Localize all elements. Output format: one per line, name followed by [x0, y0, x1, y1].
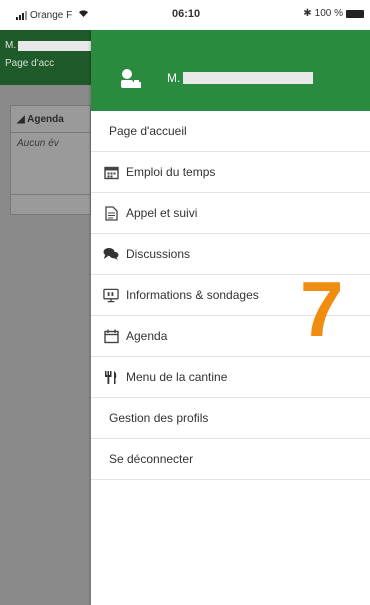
background-agenda-panel: ◢ Agenda Aucun év — [10, 105, 91, 215]
menu-item-label: Page d'accueil — [109, 124, 187, 138]
fork-knife-icon — [103, 369, 119, 385]
bluetooth-icon: ✱ — [303, 8, 312, 19]
battery-group: ✱ 100 % — [303, 8, 364, 19]
menu-item-label: Informations & sondages — [126, 288, 259, 302]
menu-item-label: Gestion des profils — [109, 411, 209, 425]
battery-percent: 100 % — [314, 8, 343, 19]
drawer-user-name: M. — [167, 71, 314, 85]
background-user-name: M. — [5, 40, 91, 51]
chat-bubbles-icon — [103, 246, 119, 262]
background-panel-title: ◢ Agenda — [17, 114, 64, 125]
status-bar: Orange F 06:10 ✱ 100 % — [0, 0, 370, 30]
menu-item-page-accueil[interactable]: Page d'accueil — [91, 111, 370, 152]
menu-item-emploi-du-temps[interactable]: Emploi du temps — [91, 152, 370, 193]
menu-item-label: Se déconnecter — [109, 452, 194, 466]
calendar-icon — [103, 164, 119, 180]
signal-icon — [16, 10, 27, 20]
menu-item-label: Discussions — [126, 247, 191, 261]
battery-icon — [346, 9, 364, 18]
user-profile-icon — [119, 67, 143, 91]
redaction-bar — [18, 40, 91, 51]
menu-item-appel-et-suivi[interactable]: Appel et suivi — [91, 193, 370, 234]
menu-item-label: Emploi du temps — [126, 165, 216, 179]
annotation-number: 7 — [300, 265, 344, 353]
menu-item-menu-cantine[interactable]: Menu de la cantine — [91, 357, 370, 398]
clock: 06:10 — [172, 8, 201, 20]
calendar-icon — [103, 328, 119, 344]
redaction-bar — [183, 72, 314, 84]
wifi-icon — [78, 9, 89, 21]
divider — [11, 194, 91, 195]
menu-item-label: Appel et suivi — [126, 206, 198, 220]
background-page-title: Page d'acc — [5, 58, 55, 69]
carrier-name: Orange F — [30, 9, 73, 21]
carrier-group: Orange F — [16, 9, 89, 21]
background-panel-text: Aucun év — [17, 138, 59, 149]
drawer-header: M. — [91, 30, 370, 111]
menu-item-se-deconnecter[interactable]: Se déconnecter — [91, 439, 370, 480]
divider — [11, 132, 91, 133]
document-icon — [103, 205, 119, 221]
menu-item-gestion-profils[interactable]: Gestion des profils — [91, 398, 370, 439]
info-board-icon — [103, 287, 119, 303]
background-app-overlay[interactable]: M. Page d'acc ◢ Agenda Aucun év — [0, 30, 91, 605]
menu-item-label: Menu de la cantine — [126, 370, 228, 384]
menu-item-label: Agenda — [126, 329, 168, 343]
background-header: M. Page d'acc — [0, 30, 91, 85]
